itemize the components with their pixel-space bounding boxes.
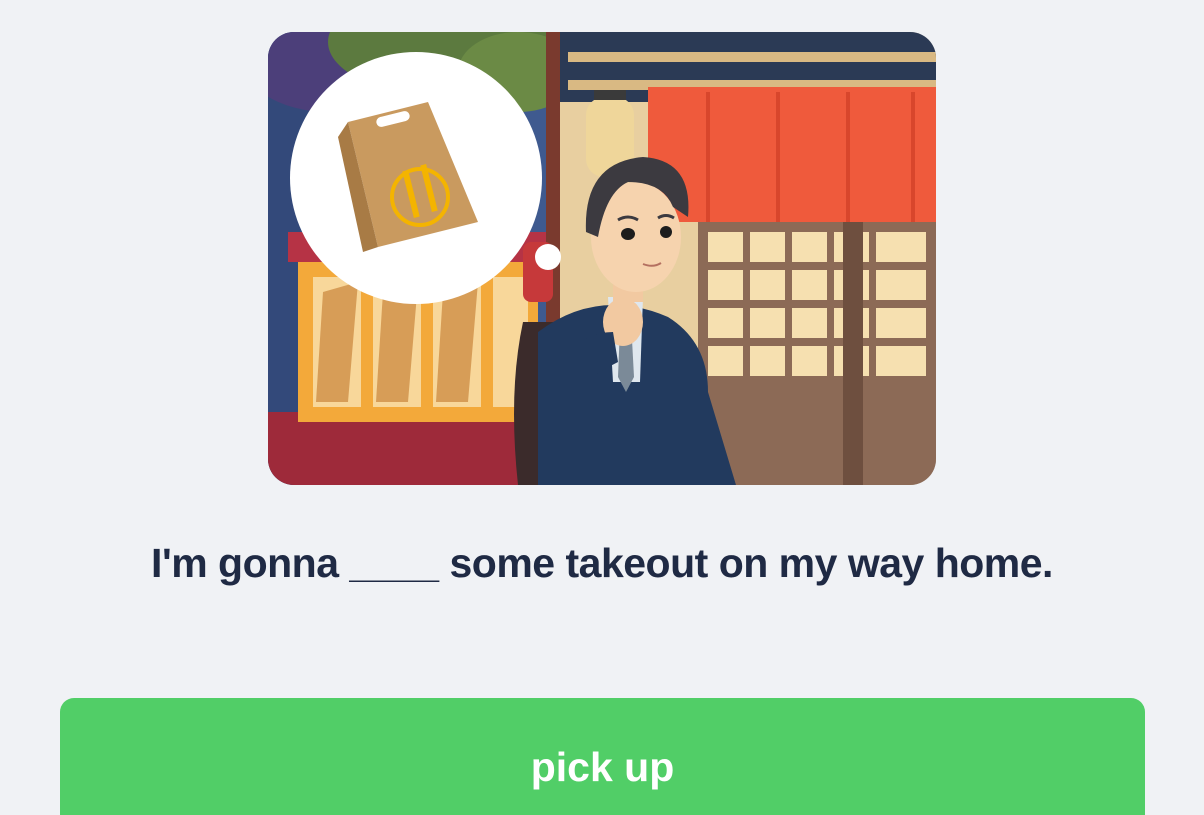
scene-illustration bbox=[268, 32, 936, 485]
answer-option-label: pick up bbox=[530, 744, 675, 790]
answer-option-button[interactable]: pick up bbox=[60, 698, 1145, 815]
exercise-page: I'm gonna ____ some takeout on my way ho… bbox=[0, 0, 1204, 815]
question-sentence: I'm gonna ____ some takeout on my way ho… bbox=[151, 540, 1053, 586]
